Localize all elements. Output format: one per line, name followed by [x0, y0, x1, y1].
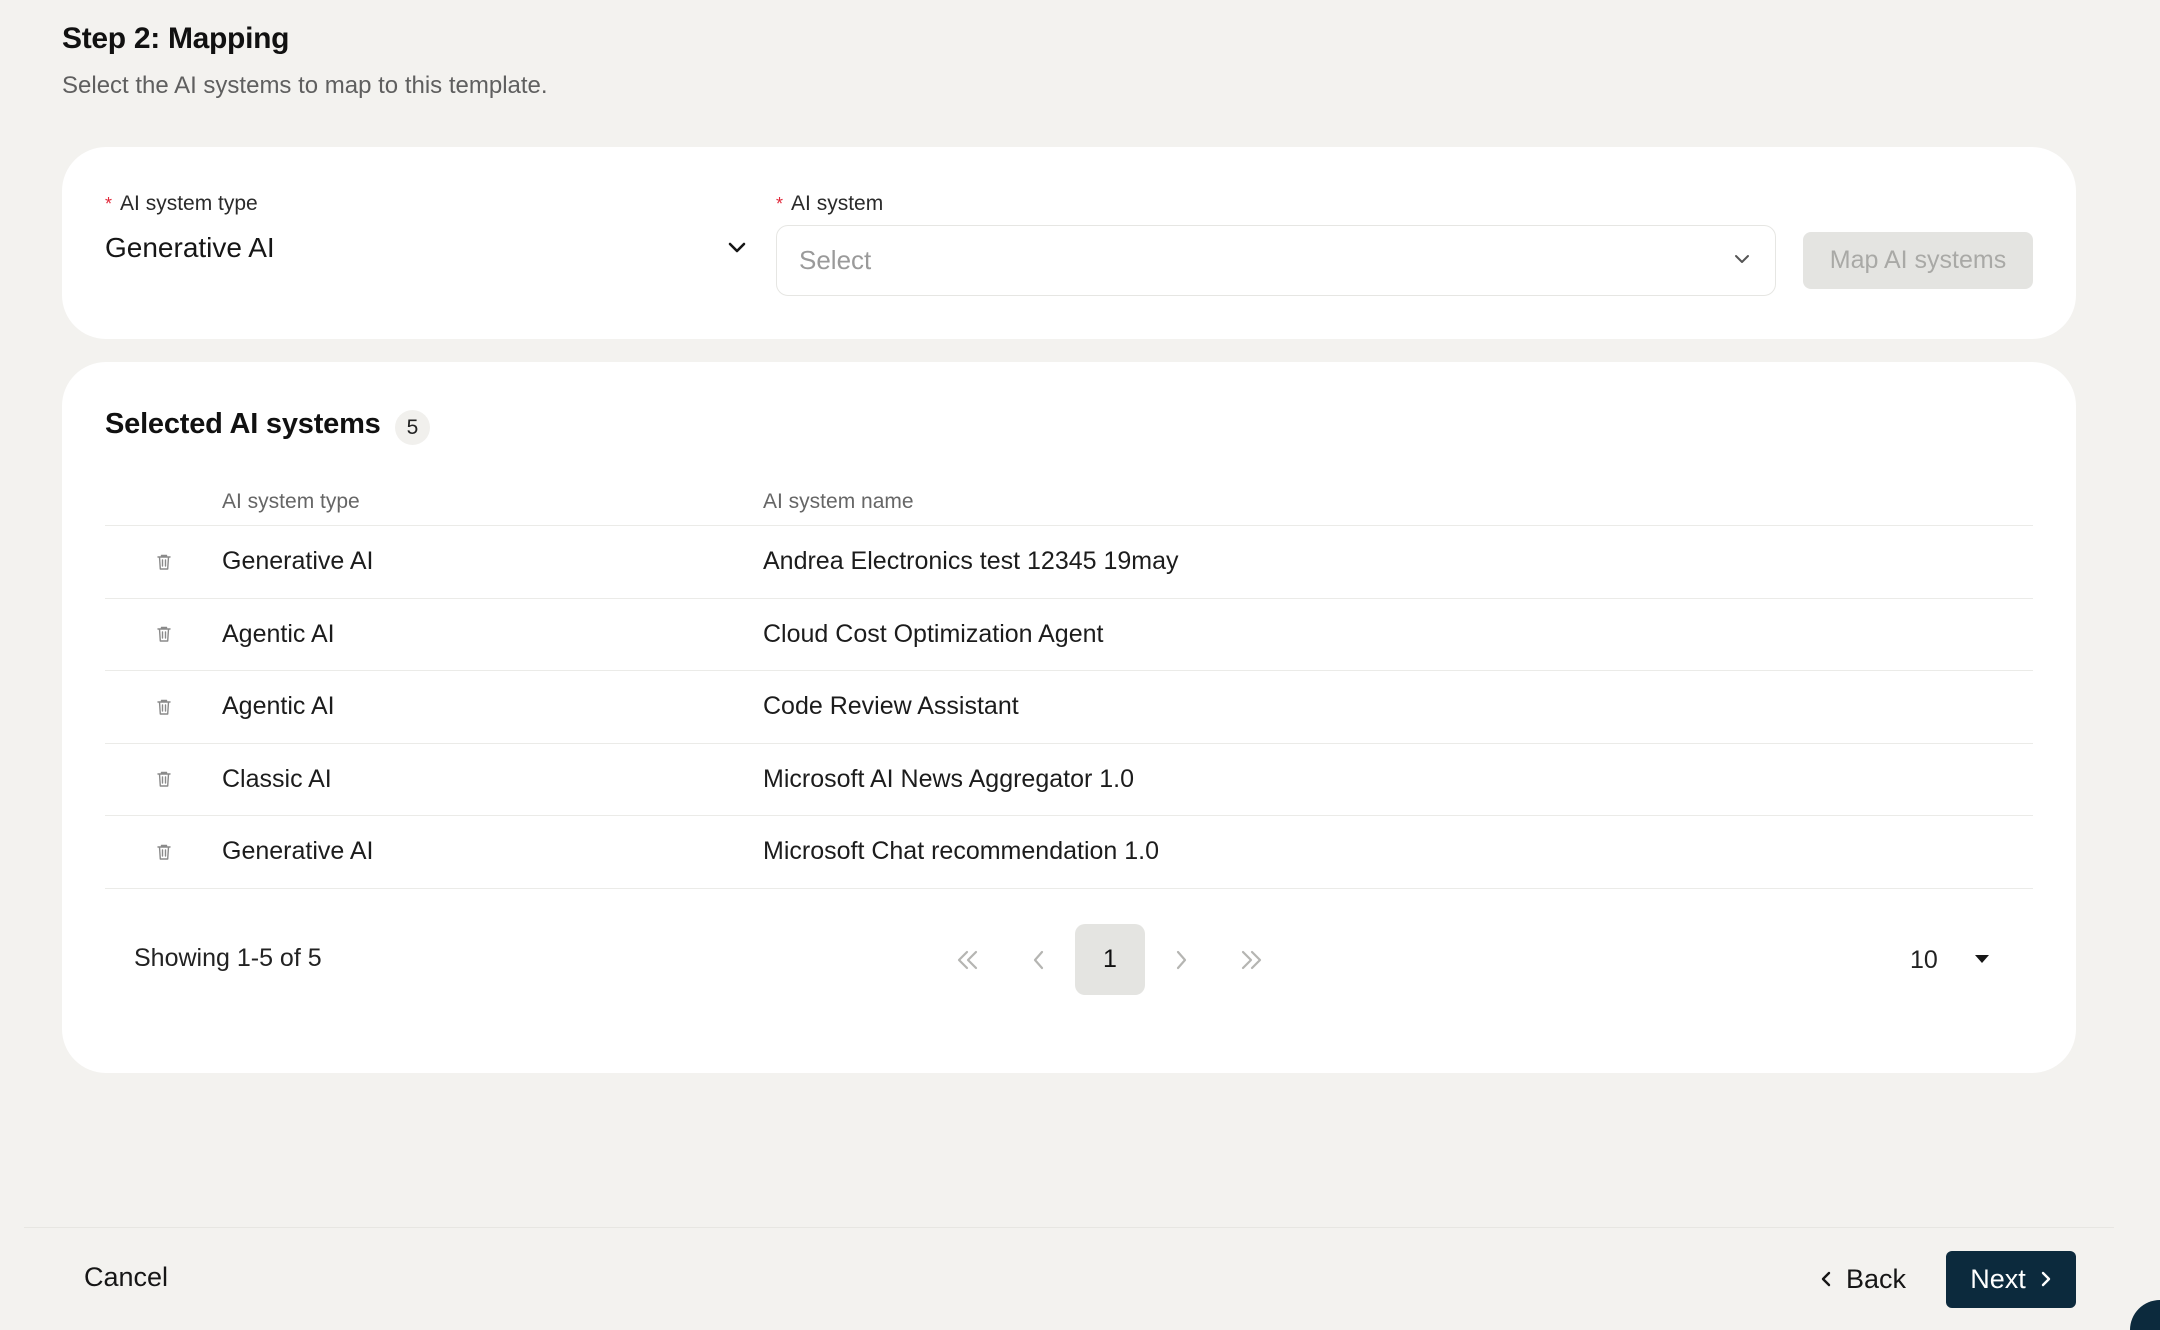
row-type: Classic AI	[222, 764, 332, 793]
table-row: Classic AI Microsoft AI News Aggregator …	[105, 744, 2033, 816]
map-ai-systems-button[interactable]: Map AI systems	[1803, 232, 2033, 289]
count-badge: 5	[395, 410, 430, 445]
column-header-type[interactable]: AI system type	[222, 490, 763, 514]
row-name: Code Review Assistant	[763, 692, 1019, 721]
selected-systems-table: AI system type AI system name Generative…	[105, 478, 2033, 889]
page-subtitle: Select the AI systems to map to this tem…	[62, 72, 548, 99]
pagination-summary: Showing 1-5 of 5	[134, 944, 322, 972]
chevron-right-icon	[2040, 1264, 2052, 1295]
row-type: Generative AI	[222, 837, 374, 866]
table-row: Generative AI Andrea Electronics test 12…	[105, 526, 2033, 599]
page-size-select[interactable]: 10	[1910, 936, 1990, 984]
mapping-page: Step 2: Mapping Select the AI systems to…	[0, 0, 2160, 1330]
required-mark: *	[776, 194, 784, 214]
back-label: Back	[1846, 1264, 1907, 1294]
chevron-down-icon	[1733, 252, 1751, 270]
page-size-value: 10	[1910, 945, 1938, 974]
trash-icon[interactable]	[144, 542, 184, 582]
ai-system-type-label: * AI system type	[105, 192, 258, 215]
row-type: Agentic AI	[222, 619, 335, 648]
ai-system-type-select[interactable]: Generative AI	[105, 225, 747, 271]
first-page-icon[interactable]	[932, 924, 1003, 995]
ai-system-select[interactable]: Select	[776, 225, 1776, 296]
row-type: Generative AI	[222, 547, 374, 576]
required-mark: *	[105, 194, 113, 214]
trash-icon[interactable]	[144, 759, 184, 799]
ai-system-type-value: Generative AI	[105, 232, 275, 263]
ai-system-placeholder: Select	[799, 245, 872, 275]
next-label: Next	[1970, 1264, 2026, 1294]
back-button[interactable]: Back	[1820, 1252, 1906, 1307]
trash-icon[interactable]	[144, 687, 184, 727]
chevron-left-icon	[1820, 1264, 1832, 1295]
window-corner	[2130, 1300, 2160, 1330]
table-header: AI system type AI system name	[105, 478, 2033, 526]
page-title: Step 2: Mapping	[62, 22, 290, 55]
row-name: Cloud Cost Optimization Agent	[763, 619, 1104, 648]
footer-divider	[24, 1227, 2114, 1228]
last-page-icon[interactable]	[1215, 924, 1286, 995]
table-row: Agentic AI Code Review Assistant	[105, 671, 2033, 744]
ai-system-label: * AI system	[776, 192, 884, 215]
section-title: Selected AI systems	[105, 408, 381, 440]
table-row: Generative AI Microsoft Chat recommendat…	[105, 816, 2033, 889]
column-header-name[interactable]: AI system name	[763, 490, 2033, 514]
caret-down-icon	[1974, 951, 1990, 969]
row-name: Microsoft Chat recommendation 1.0	[763, 837, 1160, 866]
next-button[interactable]: Next	[1946, 1251, 2076, 1308]
page-1-button[interactable]: 1	[1075, 924, 1145, 995]
row-type: Agentic AI	[222, 692, 335, 721]
trash-icon[interactable]	[144, 832, 184, 872]
next-page-icon[interactable]	[1145, 924, 1216, 995]
cancel-button[interactable]: Cancel	[84, 1262, 168, 1293]
row-name: Andrea Electronics test 12345 19may	[763, 547, 1179, 576]
trash-icon[interactable]	[144, 614, 184, 654]
previous-page-icon[interactable]	[1003, 924, 1074, 995]
row-name: Microsoft AI News Aggregator 1.0	[763, 764, 1135, 793]
table-row: Agentic AI Cloud Cost Optimization Agent	[105, 599, 2033, 671]
chevron-down-icon	[727, 241, 747, 255]
